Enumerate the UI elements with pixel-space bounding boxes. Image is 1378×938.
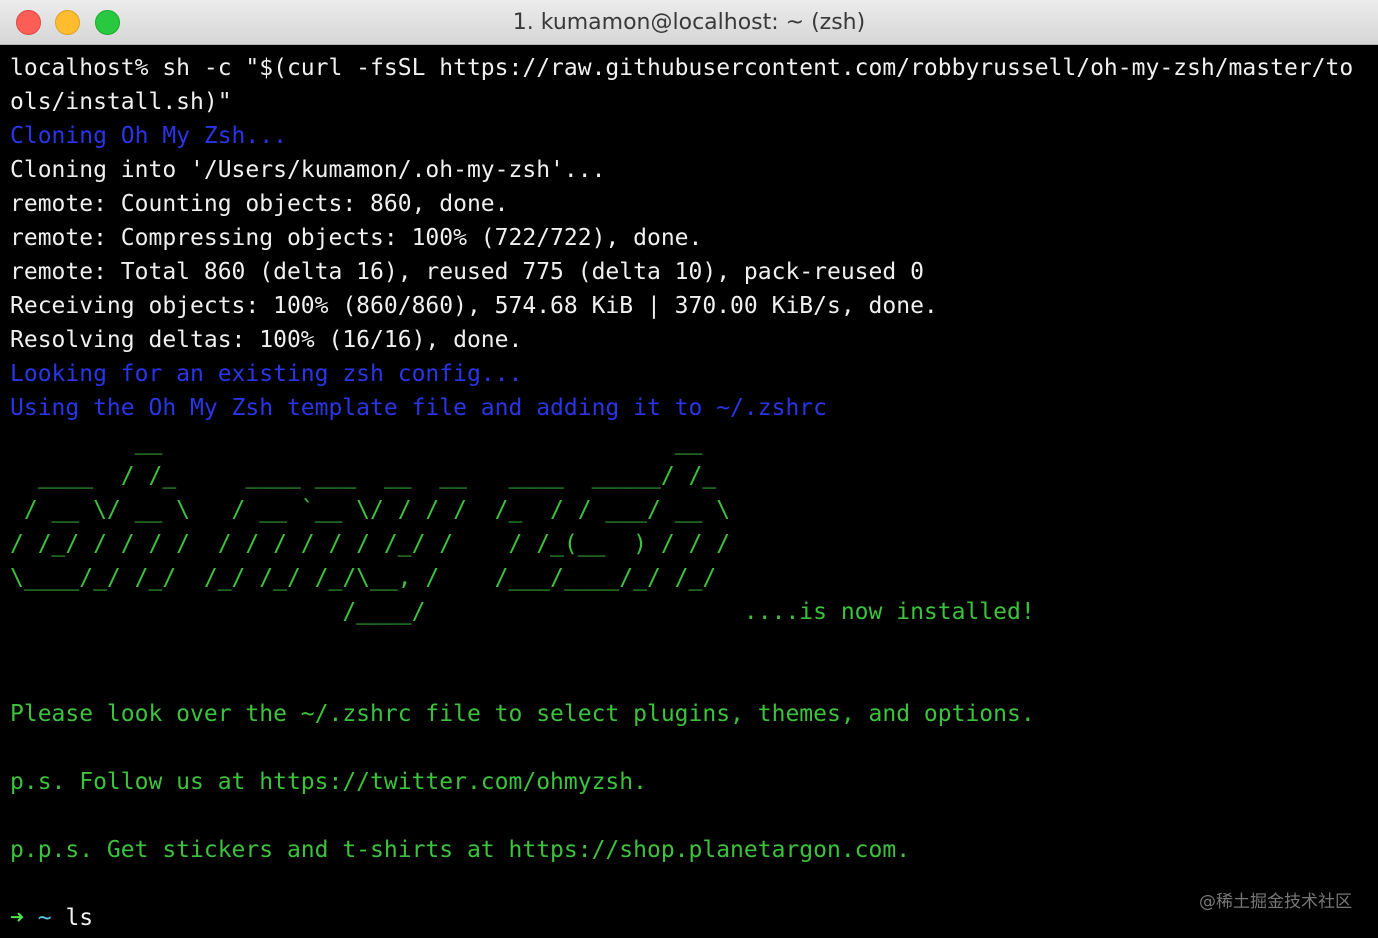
prompt-arrow-icon: ➜ [10,905,24,931]
status-line: Using the Oh My Zsh template file and ad… [10,395,827,421]
title-bar[interactable]: 1. kumamon@localhost: ~ (zsh) [0,0,1378,45]
output-line: Receiving objects: 100% (860/860), 574.6… [10,293,938,319]
ascii-art-line: \____/_/ /_/ /_/ /_/ /_/\__, / /___/____… [10,565,744,591]
output-line: Cloning into '/Users/kumamon/.oh-my-zsh'… [10,157,606,183]
prompt-directory: ~ [37,905,52,931]
ascii-art-line: __ __ [10,429,744,455]
status-line: Cloning Oh My Zsh... [10,123,287,149]
output-line: remote: Counting objects: 860, done. [10,191,509,217]
terminal-output[interactable]: localhost% sh -c "$(curl -fsSL https://r… [0,46,1378,938]
output-line: remote: Compressing objects: 100% (722/7… [10,225,703,251]
message-line: p.p.s. Get stickers and t-shirts at http… [10,837,911,863]
command-line-wrap: ols/install.sh)" [10,89,232,115]
terminal-window: 1. kumamon@localhost: ~ (zsh) localhost%… [0,0,1378,938]
window-title: 1. kumamon@localhost: ~ (zsh) [512,10,866,35]
watermark: @稀土掘金技术社区 [1199,892,1352,912]
output-line: remote: Total 860 (delta 16), reused 775… [10,259,924,285]
ascii-art-line: /____/ ....is now installed! [10,599,1035,625]
prompt-command: ls [65,905,94,931]
command-line: localhost% sh -c "$(curl -fsSL https://r… [10,55,1354,81]
status-line: Looking for an existing zsh config... [10,361,523,387]
message-line: p.s. Follow us at https://twitter.com/oh… [10,769,647,795]
message-line: Please look over the ~/.zshrc file to se… [10,701,1035,727]
ascii-art-line: ____ / /_ ____ ___ __ __ ____ _____/ /_ [10,463,744,489]
prompt-line[interactable]: ➜ ~ ls [10,901,1368,935]
output-line: Resolving deltas: 100% (16/16), done. [10,327,523,353]
ascii-art-line: / /_/ / / / / / / / / / / /_/ / / /_(__ … [10,531,744,557]
ascii-art-line: / __ \/ __ \ / __ `__ \/ / / / /_ / / __… [10,497,744,523]
